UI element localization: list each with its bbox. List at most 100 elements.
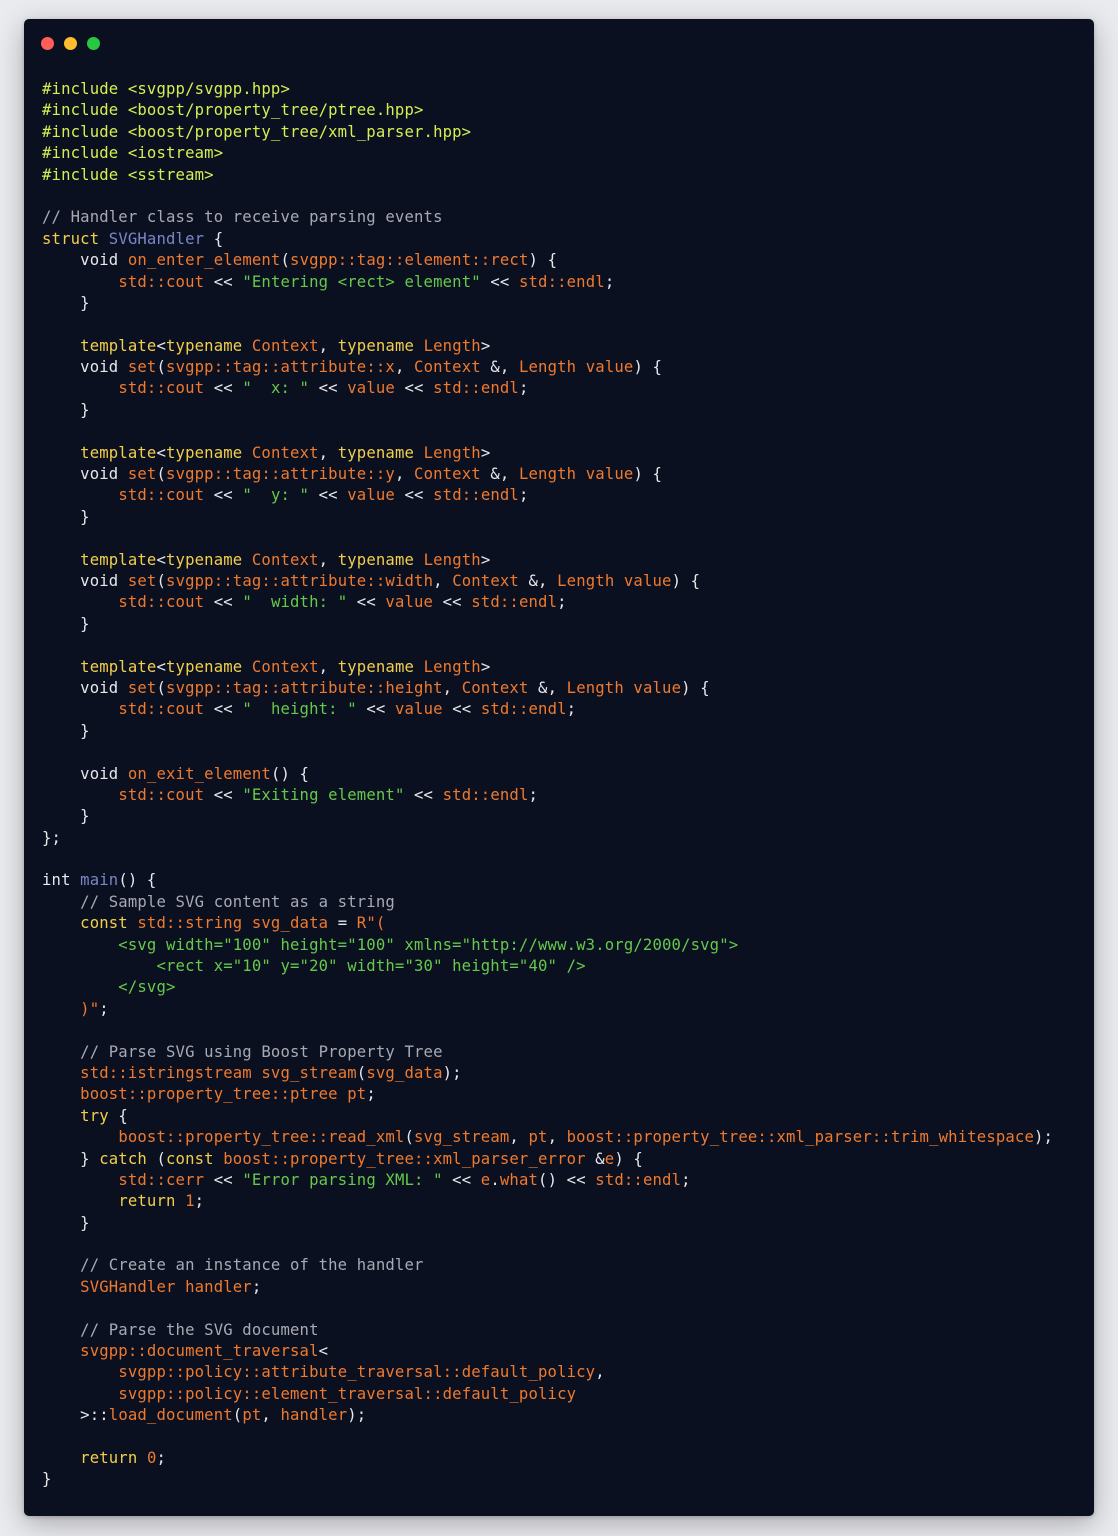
- code-token-string: <svg width="100" height="100" xmlns="htt…: [42, 935, 739, 954]
- minimize-button[interactable]: [64, 37, 77, 50]
- code-token-plain: ,: [394, 358, 415, 377]
- code-token-plain: <<: [347, 593, 386, 612]
- code-token-string: " height: ": [242, 700, 357, 719]
- code-token-string: </svg>: [42, 978, 176, 997]
- code-token-keyword: catch: [99, 1149, 147, 1168]
- code-token-include: #include <svgpp/svgpp.hpp>: [42, 80, 290, 98]
- code-token-orange: what: [499, 1170, 539, 1189]
- code-line: svgpp::policy::element_traversal::defaul…: [42, 1384, 1090, 1405]
- code-line: template<typename Context, typename Leng…: [42, 336, 1090, 357]
- code-token-string: " x: ": [242, 379, 310, 398]
- code-token-plain: <<: [433, 593, 472, 612]
- code-token-orange: std::cerr: [118, 1170, 205, 1189]
- code-line: struct SVGHandler {: [42, 229, 1090, 250]
- code-token-orange: load_document: [108, 1406, 233, 1425]
- code-line: int main() {: [42, 870, 1090, 891]
- code-token-string: "Entering <rect> element": [242, 272, 481, 291]
- code-token-plain: ,: [318, 443, 338, 462]
- code-line: std::istringstream svg_stream(svg_data);: [42, 1063, 1090, 1084]
- code-token-orange: Length value: [557, 571, 672, 590]
- code-token-plain: &: [585, 1149, 605, 1168]
- code-token-orange: std::istringstream svg_stream: [80, 1063, 357, 1082]
- code-token-plain: &,: [528, 678, 567, 697]
- code-token-keyword: typename: [166, 336, 252, 355]
- code-token-orange: Context: [461, 678, 529, 697]
- code-token-keyword: struct: [42, 229, 109, 248]
- code-token-plain: void: [42, 764, 128, 783]
- code-token-string: " y: ": [242, 486, 310, 505]
- code-token-orange: std::string svg_data: [137, 914, 329, 933]
- code-token-orange: std::endl: [433, 486, 519, 505]
- code-token-plain: ;: [518, 486, 529, 505]
- code-token-plain: ) {: [671, 571, 701, 590]
- code-token-keyword: return: [118, 1192, 186, 1211]
- code-token-plain: <<: [309, 486, 348, 505]
- code-token-plain: {: [204, 229, 224, 248]
- code-token-keyword: typename: [166, 657, 252, 676]
- code-line: boost::property_tree::ptree pt;: [42, 1084, 1090, 1105]
- code-line: // Parse SVG using Boost Property Tree: [42, 1042, 1090, 1063]
- code-line: #include <svgpp/svgpp.hpp>: [42, 79, 1090, 100]
- code-token-orange: )": [42, 999, 100, 1018]
- code-line: // Sample SVG content as a string: [42, 892, 1090, 913]
- zoom-button[interactable]: [87, 37, 100, 50]
- code-line: svgpp::document_traversal<: [42, 1341, 1090, 1362]
- code-token-include: #include <iostream>: [42, 144, 224, 163]
- code-token-plain: <<: [442, 1170, 481, 1189]
- code-token-plain: ,: [595, 1363, 605, 1382]
- code-token-plain: void: [42, 571, 128, 590]
- code-token-plain: }: [42, 400, 90, 419]
- code-token-plain: }: [42, 1149, 100, 1168]
- code-token-keyword: const: [166, 1149, 224, 1168]
- window-controls: [41, 37, 100, 50]
- code-token-plain: <<: [204, 379, 243, 398]
- code-line: }: [42, 806, 1090, 827]
- code-token-plain: ;: [528, 785, 539, 804]
- code-token-plain: int: [42, 871, 81, 890]
- code-token-orange: boost::property_tree::xml_parser_error: [223, 1149, 586, 1168]
- code-token-orange: Length value: [518, 465, 634, 484]
- code-token-keyword: template: [80, 657, 157, 676]
- code-line: return 1;: [42, 1191, 1090, 1212]
- code-token-plain: }: [42, 721, 90, 740]
- code-token-plain: <<: [204, 785, 243, 804]
- code-line: // Handler class to receive parsing even…: [42, 207, 1090, 228]
- code-token-plain: ,: [318, 657, 338, 676]
- code-token-plain: ,: [394, 465, 415, 484]
- code-token-plain: ;: [557, 593, 567, 612]
- code-token-keyword: typename: [166, 443, 252, 462]
- code-line: void set(svgpp::tag::attribute::y, Conte…: [42, 464, 1090, 485]
- code-token-orange: svgpp::tag::element::rect: [290, 251, 529, 270]
- code-token-orange: Length: [423, 550, 481, 569]
- code-token-orange: on_enter_element: [127, 251, 281, 270]
- code-token-plain: &,: [480, 358, 519, 377]
- code-token-plain: }: [42, 507, 90, 526]
- code-token-plain: }: [42, 293, 90, 312]
- code-token-plain: (: [156, 358, 167, 377]
- code-token-comment: // Handler class to receive parsing even…: [42, 208, 443, 227]
- code-token-plain: ,: [318, 336, 338, 355]
- code-token-string: "Exiting element": [242, 785, 405, 804]
- close-button[interactable]: [41, 37, 54, 50]
- code-token-orange: svgpp::tag::attribute::height: [166, 678, 443, 697]
- code-token-string: " width: ": [242, 593, 348, 612]
- code-line: #include <sstream>: [42, 165, 1090, 186]
- code-token-plain: };: [42, 828, 62, 847]
- code-token-plain: <<: [404, 785, 443, 804]
- code-token-plain: ,: [442, 678, 462, 697]
- code-line: template<typename Context, typename Leng…: [42, 550, 1090, 571]
- code-line: template<typename Context, typename Leng…: [42, 443, 1090, 464]
